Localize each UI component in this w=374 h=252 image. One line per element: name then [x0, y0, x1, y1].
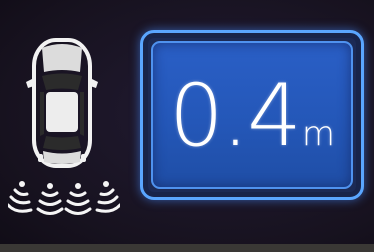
- left-window: [40, 92, 44, 136]
- bottom-bezel: [0, 244, 374, 252]
- car-windshield: [42, 73, 82, 90]
- distance-display-box: 0.4m: [151, 41, 353, 189]
- distance-panel: 0.4m: [140, 30, 364, 200]
- car-roof: [46, 92, 78, 132]
- sensor-inner-left: [36, 183, 64, 215]
- sensor-outer-left: [6, 181, 33, 213]
- left-tail-light: [38, 154, 43, 162]
- right-window: [80, 92, 84, 136]
- car-trunk: [43, 151, 81, 164]
- distance-readout: 0.4m: [153, 73, 351, 159]
- car-hood: [42, 44, 82, 72]
- distance-value: 0.4: [169, 66, 302, 166]
- car-top-view-icon: [6, 38, 122, 215]
- rear-sensor-zones: [6, 181, 122, 215]
- distance-unit: m: [301, 114, 335, 154]
- sensor-outer-right: [95, 181, 122, 213]
- right-tail-light: [81, 154, 86, 162]
- parking-sensor-display: 0.4m: [0, 0, 374, 252]
- sensor-inner-right: [64, 183, 92, 215]
- car-rear-window: [43, 136, 81, 150]
- car-diagram: [6, 38, 122, 248]
